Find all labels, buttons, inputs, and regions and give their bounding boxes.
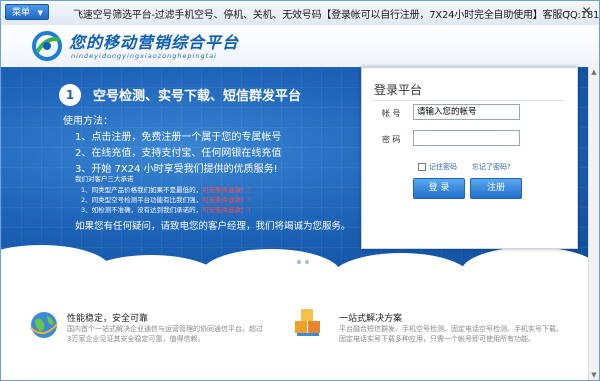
carousel-dot[interactable] (305, 260, 309, 264)
vertical-scrollbar[interactable]: ▲ ▼ (588, 67, 599, 380)
account-input[interactable]: 请输入您的帐号 (413, 104, 520, 120)
remember-label: 记住密码 (429, 163, 457, 171)
window-title: 飞速空号筛选平台-过滤手机空号、停机、关机、无效号码【登录帐可以自行注册，7X2… (73, 10, 600, 21)
globe-icon (30, 312, 58, 338)
feature-description: 国内首个一站式解决企业通信与运营管理的协同通信平台。超过3万家企业见证其安全稳定… (67, 325, 263, 343)
scroll-down-icon[interactable]: ▼ (589, 370, 599, 380)
brand-title: 您的移动营销综合平台 (69, 33, 240, 52)
promise-item: 2、同类型空号检测平台功能有比我们强，可无条件退款！！ (81, 194, 254, 204)
remember-password[interactable]: 记住密码 (418, 162, 457, 172)
boxes-icon (295, 309, 320, 336)
logo-icon (32, 31, 62, 61)
brand-header: 您的移动营销综合平台 nindeyidongyingxiaozongheping… (1, 25, 599, 68)
feature-title: 一站式解决方案 (339, 314, 403, 324)
minimize-icon[interactable]: – (561, 5, 574, 18)
menu-label: 菜单 (12, 8, 31, 18)
menu-button[interactable]: 菜单 ▼ (5, 4, 49, 20)
promise-item: 3、如检测不准确，没有达到我们承诺的，可无条件退款！！ (81, 204, 254, 214)
forgot-password-link[interactable]: 忘记了密码? (472, 162, 511, 172)
usage-step: 2、在线充值，支持支付宝、任何网银在线充值 (75, 148, 282, 159)
close-icon[interactable]: ✕ (580, 5, 593, 18)
window-controls: – ✕ (561, 5, 593, 18)
feature-title: 性能稳定，安全可靠 (67, 314, 149, 324)
promise-text: 2、同类型空号检测平台功能有比我们强， (81, 196, 203, 204)
features-section: 性能稳定，安全可靠 国内首个一站式解决企业通信与运营管理的协同通信平台。超过3万… (1, 277, 599, 380)
remember-checkbox[interactable] (418, 163, 426, 171)
promise-item: 1、同类型产品价格我们如果不是最低的，可无条件退款！！ (81, 184, 254, 194)
promise-text: 1、同类型产品价格我们如果不是最低的， (81, 186, 203, 194)
scroll-up-icon[interactable]: ▲ (589, 67, 599, 77)
chevron-down-icon: ▼ (37, 9, 43, 17)
login-button[interactable]: 登 录 (413, 178, 465, 199)
brand-subtitle: nindeyidongyingxiaozonghepingtai (71, 52, 217, 60)
hero-heading: 空号检测、实号下载、短信群发平台 (93, 89, 302, 104)
password-input[interactable] (413, 130, 520, 146)
account-label: 帐 号 (382, 109, 401, 118)
hero-badge: 1 (59, 84, 81, 106)
title-bar: 菜单 ▼ 飞速空号筛选平台-过滤手机空号、停机、关机、无效号码【登录帐可以自行注… (1, 1, 599, 26)
usage-step: 1、点击注册，免费注册一个属于您的专属帐号 (75, 132, 282, 143)
register-button[interactable]: 注册 (470, 178, 522, 199)
carousel-dot[interactable] (297, 260, 301, 264)
carousel-dot[interactable] (289, 260, 293, 264)
feature-description: 平台融合短信群发、手机空号检测、固定电话空号检测、手机实号下载、固定电话实号下载… (339, 325, 563, 343)
login-panel: 登录平台 帐 号 请输入您的帐号 密 码 记住密码 忘记了密码? 登 录 注册 (361, 67, 578, 249)
divider (372, 100, 565, 101)
login-title: 登录平台 (374, 83, 423, 97)
usage-title: 使用方法： (63, 116, 113, 127)
promise-refund: 可无条件退款！！ (202, 186, 255, 194)
password-label: 密 码 (382, 135, 401, 144)
promise-refund: 可无条件退款！！ (202, 206, 255, 214)
promise-text: 3、如检测不准确，没有达到我们承诺的， (81, 206, 203, 214)
contact-note: 如果您有任何疑问，请致电您的客户经理，我们将竭诚为您服务。 (75, 221, 351, 232)
promise-refund: 可无条件退款！！ (202, 196, 255, 204)
carousel-dots (289, 260, 309, 264)
app-window: 菜单 ▼ 飞速空号筛选平台-过滤手机空号、停机、关机、无效号码【登录帐可以自行注… (0, 0, 600, 381)
promise-title: 我们对客户三大承诺 (75, 175, 134, 183)
